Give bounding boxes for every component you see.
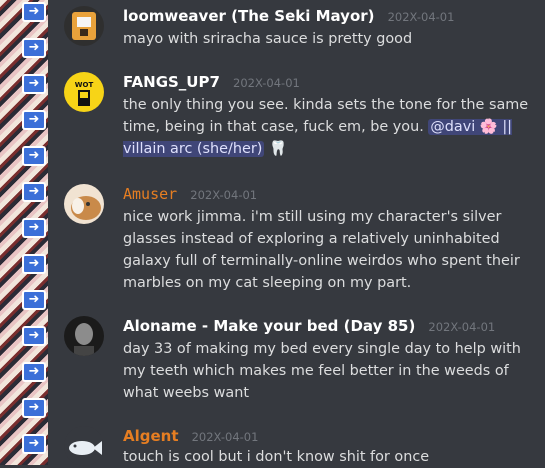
user-avatar[interactable] [64,426,104,466]
message-text: day 33 of making my bed every single day… [123,341,521,401]
reply-arrow-icon: ➜ [22,2,46,22]
message-timestamp: 202X-04-01 [428,320,496,334]
user-avatar[interactable] [64,184,104,224]
message-author[interactable]: loomweaver (The Seki Mayor) [123,7,375,25]
reply-arrow-icon: ➜ [22,398,46,418]
reply-arrow-icon: ➜ [22,434,46,454]
reply-arrow-icon: ➜ [22,290,46,310]
message-text: the only thing you see. kinda sets the t… [123,94,539,160]
message-author[interactable]: FANGS_UP7 [123,73,220,91]
user-avatar[interactable] [64,6,104,46]
message-author[interactable]: Algent [123,427,179,445]
message-text: nice work jimma. i'm still using my char… [123,209,520,291]
reply-arrow-icon: ➜ [22,326,46,346]
message-timestamp: 202X-04-01 [233,76,300,90]
reply-arrow-icon: ➜ [22,110,46,130]
user-avatar[interactable]: WOT [64,72,104,112]
server-strip: ➜ ➜ ➜ ➜ ➜ ➜ ➜ ➜ ➜ ➜ ➜ ➜ ➜ [0,0,48,465]
avatar-text: WOT [75,81,94,89]
reply-arrow-icon: ➜ [22,182,46,202]
reply-arrow-icon: ➜ [22,74,46,94]
message-timestamp: 202X-04-01 [387,10,455,24]
message-text: mayo with sriracha sauce is pretty good [123,31,413,47]
message-author[interactable]: Aloname - Make your bed (Day 85) [123,317,415,335]
reply-arrow-icon: ➜ [22,218,46,238]
reply-arrow-icon: ➜ [22,146,46,166]
user-avatar[interactable] [64,316,104,356]
tooth-emoji-icon: 🦷 [268,141,287,157]
message-author[interactable]: Amuser [123,185,177,203]
reply-arrow-icon: ➜ [22,38,46,58]
reply-arrow-icon: ➜ [22,362,46,382]
reply-arrow-icon: ➜ [22,254,46,274]
message-timestamp: 202X-04-01 [190,188,258,202]
message-timestamp: 202X-04-01 [191,430,259,444]
message-list: loomweaver (The Seki Mayor) 202X-04-01 m… [60,0,545,466]
